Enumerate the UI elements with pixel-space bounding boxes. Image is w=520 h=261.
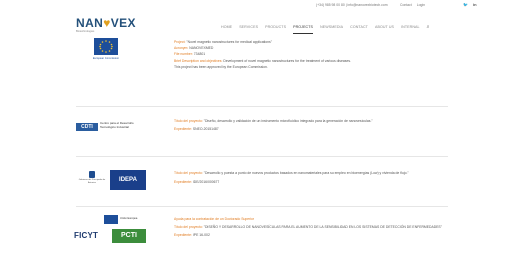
site-logo[interactable]: NAN♥VEX	[76, 17, 136, 29]
ficyt-abbr: FICYT	[74, 231, 99, 240]
linkedin-icon[interactable]: in	[473, 2, 477, 7]
logo-text-left: NAN	[76, 16, 104, 30]
main-nav: HOME SERVICES PRODUCTS PROJECTS NEWSMEDI…	[221, 24, 430, 34]
project-line: Título del proyecto: "DISEÑO Y DESARROLL…	[174, 225, 442, 230]
top-links: Contact Login	[400, 3, 425, 7]
european-commission-logo: European Commission	[86, 38, 126, 70]
project-row-ficyt: Unión Europea FICYT PCTI Ayuda para la c…	[0, 212, 520, 261]
idepa-abbr: IDEPA	[110, 170, 146, 190]
project-line: Ayuda para la contratación de un Doctora…	[174, 217, 255, 221]
pcti-abbr: PCTI	[112, 229, 146, 243]
nav-projects[interactable]: PROJECTS	[293, 25, 314, 34]
cdti-logo: CDTI Centro para el Desarrollo Tecnológi…	[76, 118, 146, 138]
idepa-logo: Gobierno del Principado de Asturias IDEP…	[76, 169, 148, 191]
asturias-caption: Gobierno del Principado de Asturias	[78, 179, 106, 184]
nav-internal[interactable]: INTERNAL	[401, 25, 420, 34]
project-line: This project has been approved by the Eu…	[174, 64, 268, 69]
project-line: Expediente: IPE 16-002	[174, 233, 210, 238]
asturias-shield-icon	[89, 171, 95, 178]
logo-subtitle: Biotechnologies	[76, 30, 95, 33]
site-header: NAN♥VEX Biotechnologies HOME SERVICES PR…	[0, 10, 520, 36]
cdti-logo-text: Centro para el Desarrollo Tecnológico In…	[100, 121, 134, 129]
project-line: Expediente: SNEO-20151487	[174, 127, 219, 132]
top-link-contact[interactable]: Contact	[400, 3, 412, 7]
top-link-login[interactable]: Login	[417, 3, 425, 7]
nav-products[interactable]: PRODUCTS	[265, 25, 286, 34]
ficyt-pcti-logo: Unión Europea FICYT PCTI	[74, 215, 148, 251]
nav-services[interactable]: SERVICES	[239, 25, 258, 34]
nav-about-us[interactable]: ABOUT US	[375, 25, 394, 34]
search-icon[interactable]: ⌕	[427, 24, 430, 34]
project-details-cdti: Título del proyecto: "Diseño, desarrollo…	[174, 118, 474, 132]
logo-heart-icon: ♥	[103, 16, 111, 30]
nav-newsmedia[interactable]: NEWSMEDIA	[320, 25, 343, 34]
project-details-idepa: Título del proyecto: "Desarrollo y puest…	[174, 170, 474, 185]
project-details-eu: Project: "Novel magnetic nanostructures …	[174, 39, 474, 70]
nav-home[interactable]: HOME	[221, 25, 232, 34]
divider	[76, 156, 448, 157]
top-contact-info: (+34) 985 98 00 80 | info@nanovexbiotech…	[316, 3, 388, 7]
eu-flag-icon	[94, 38, 118, 55]
project-line: Expediente: IDE/2016/000677	[174, 180, 220, 185]
eu-small-caption: Unión Europea	[120, 217, 138, 220]
divider	[76, 206, 448, 207]
nav-contact[interactable]: CONTACT	[350, 25, 368, 34]
asturias-government-logo: Gobierno del Principado de Asturias	[78, 171, 106, 189]
social-icons: 🐦 in	[463, 2, 477, 7]
project-row-idepa: Gobierno del Principado de Asturias IDEP…	[0, 162, 520, 202]
top-bar: (+34) 985 98 00 80 | info@nanovexbiotech…	[0, 0, 520, 10]
cdti-abbr: CDTI	[76, 123, 98, 131]
logo-text-right: VEX	[110, 16, 136, 30]
project-details-ficyt: Ayuda para la contratación de un Doctora…	[174, 216, 474, 239]
eu-logo-caption: European Commission	[92, 57, 120, 60]
project-line: Título del proyecto: "Diseño, desarrollo…	[174, 119, 373, 123]
project-row-cdti: CDTI Centro para el Desarrollo Tecnológi…	[0, 112, 520, 148]
project-line: Título del proyecto: "Desarrollo y puest…	[174, 171, 409, 175]
project-row-eu: European Commission Project: "Novel magn…	[0, 36, 520, 96]
twitter-icon[interactable]: 🐦	[463, 2, 468, 7]
eu-flag-small-icon	[104, 215, 118, 224]
divider	[76, 106, 448, 107]
